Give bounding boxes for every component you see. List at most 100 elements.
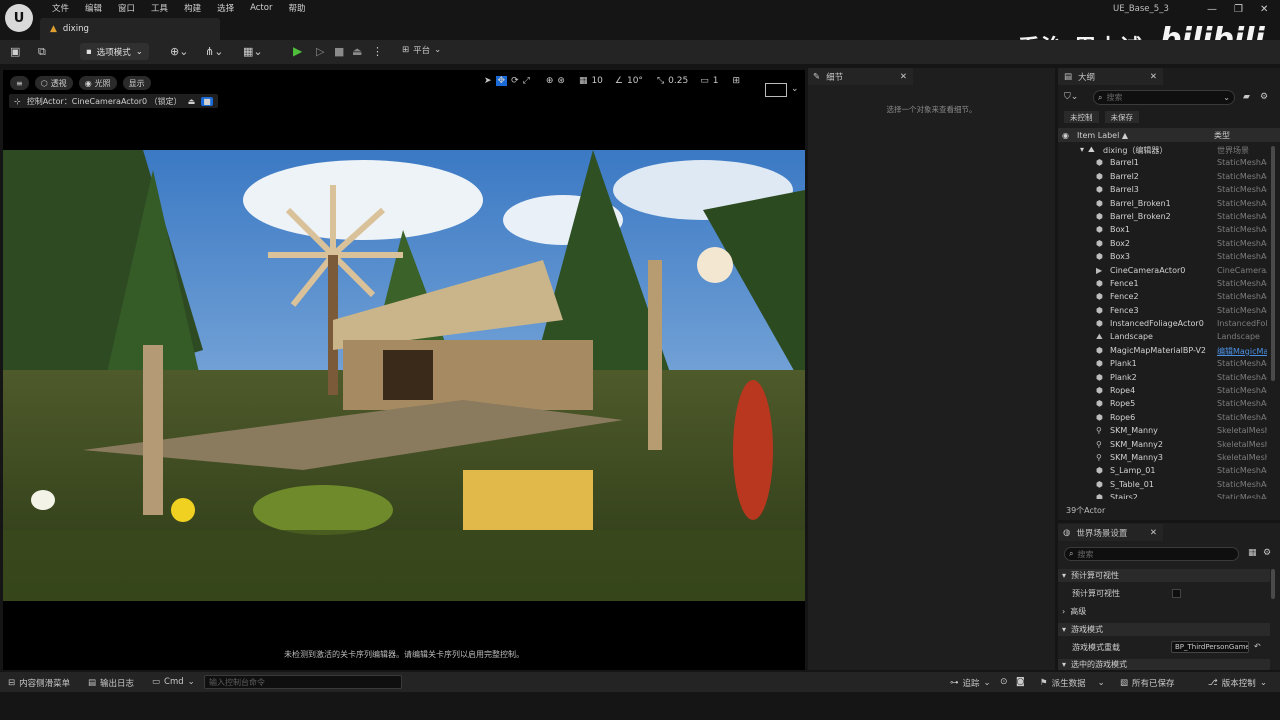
outliner-row[interactable]: ⬢ Fence3 StaticMeshActor [1058,305,1270,318]
outliner-row[interactable]: ▶ CineCameraActor0 CineCameraActor [1058,265,1270,278]
table-view-icon[interactable]: ▦ [1248,548,1257,558]
outliner-row[interactable]: ⬢ Rope6 StaticMeshActor [1058,412,1270,425]
menu-item[interactable]: 工具 [143,2,176,14]
menu-item[interactable]: 构建 [176,2,209,14]
derived-data-button[interactable]: ⚑ 派生数据 ⌄ [1040,677,1105,689]
outliner-tab[interactable]: ▤ 大纲 ✕ [1058,68,1163,85]
outliner-row[interactable]: ⬢ Barrel2 StaticMeshActor [1058,171,1270,184]
stop-icon[interactable]: ■ [334,45,344,58]
output-log-button[interactable]: ▤ 输出日志 [88,677,134,689]
scene-render[interactable] [3,150,805,601]
source-control-button[interactable]: ⎇ 版本控制 ⌄ [1208,677,1267,689]
camera-toggle-icon[interactable]: ■ [201,96,213,106]
outliner-row[interactable]: ⬢ Rope5 StaticMeshActor [1058,398,1270,411]
chip-uncontrolled[interactable]: 未控制 [1064,111,1099,123]
menu-item[interactable]: 帮助 [280,2,313,14]
play-icon[interactable]: ▶ [293,44,302,58]
outliner-row[interactable]: ⬢ Box2 StaticMeshActor [1058,238,1270,251]
outliner-row[interactable]: ⬢ Fence1 StaticMeshActor [1058,278,1270,291]
chevron-down-icon[interactable]: ⌄ [1223,93,1230,102]
screenshot-icon[interactable]: ◙ [1016,677,1025,687]
menu-item[interactable]: 选择 [209,2,242,14]
layout-icon[interactable] [765,83,787,97]
scale-snap-icon[interactable]: ⤡ [657,76,664,86]
settings-icon[interactable]: ⚙ [1263,548,1271,558]
outliner-row[interactable]: ⬢ Rope4 StaticMeshActor [1058,385,1270,398]
grid-snap-icon[interactable]: ▦ [579,76,588,86]
chevron-down-icon[interactable]: ▾ [1080,145,1084,154]
outliner-search-input[interactable]: ⌕ 搜索 ⌄ [1093,90,1235,105]
blueprint-icon[interactable]: ⋔⌄ [205,45,223,58]
outliner-root-row[interactable]: ▾ ⛰ dixing（编辑器） 世界场景 [1058,144,1270,157]
scale-icon[interactable]: ⤢ [523,76,530,86]
record-icon[interactable]: ⊙ [1000,677,1008,687]
eject-icon[interactable]: ⏏ [352,45,362,58]
grid-snap-value[interactable]: 10 [591,76,602,86]
save-icon[interactable]: ▣ [10,45,20,58]
section-precomputed-visibility[interactable]: ▾ 预计算可视性 [1058,569,1270,582]
platform-dropdown[interactable]: ⊞ 平台 ⌄ [402,44,441,56]
all-saved-button[interactable]: ▧ 所有已保存 [1120,677,1175,689]
surface-snap-icon[interactable]: ⊛ [557,76,565,86]
outliner-row[interactable]: ⛰ Landscape Landscape [1058,331,1270,344]
outliner-scrollbar[interactable] [1271,146,1275,381]
viewport-menu-button[interactable]: ≡ [10,76,29,90]
visibility-icon[interactable]: ◉ [1062,131,1069,140]
section-gamemode[interactable]: ▾ 游戏模式 [1058,623,1270,636]
cmd-dropdown[interactable]: ▭ Cmd ⌄ [152,677,195,687]
reset-icon[interactable]: ↶ [1254,642,1261,651]
section-advanced[interactable]: › 高级 [1058,605,1270,618]
chip-unsaved[interactable]: 未保存 [1104,111,1139,123]
cinematics-icon[interactable]: ▦⌄ [243,45,263,58]
outliner-row[interactable]: ⬢ Fence2 StaticMeshActor [1058,291,1270,304]
lighting-button[interactable]: ◉ 光照 [78,76,117,90]
filter-icon[interactable]: ⛉⌄ [1064,92,1078,102]
section-selected-gamemode[interactable]: ▾ 选中的游戏模式 [1058,659,1270,670]
outliner-row[interactable]: ⬢ Plank1 StaticMeshActor [1058,358,1270,371]
maximize-viewport-icon[interactable]: ⊞ [732,76,740,86]
details-tab[interactable]: ✎ 细节 ✕ [808,68,913,85]
gamemode-dropdown[interactable]: BP_ThirdPersonGameMode [1171,641,1249,653]
map-tab[interactable]: ▲ dixing [40,18,220,40]
outliner-row[interactable]: ⬢ Barrel1 StaticMeshActor [1058,157,1270,170]
outliner-row[interactable]: ⬢ InstancedFoliageActor0 InstancedFoliageA… [1058,318,1270,331]
scale-snap-value[interactable]: 0.25 [668,76,688,86]
camera-speed-value[interactable]: 1 [713,76,719,86]
content-browser-icon[interactable]: ⧉ [38,45,46,59]
world-settings-scrollbar[interactable] [1271,569,1275,599]
menu-item[interactable]: Actor [242,3,280,13]
play-options-icon[interactable]: ⋮ [372,45,383,58]
world-local-icon[interactable]: ⊕ [546,76,554,86]
content-drawer-button[interactable]: ⊟ 内容侧滑菜单 [8,677,70,689]
outliner-row[interactable]: ⚲ SKM_Manny3 SkeletalMeshActor [1058,452,1270,465]
minimize-icon[interactable]: — [1207,4,1217,15]
outliner-row[interactable]: ⬢ Barrel_Broken2 StaticMeshActor [1058,211,1270,224]
menu-item[interactable]: 窗口 [110,2,143,14]
outliner-row[interactable]: ⬢ Stairs2 StaticMeshActor [1058,492,1270,499]
close-icon[interactable]: ✕ [1150,528,1157,538]
camera-speed-icon[interactable]: ▭ [700,76,709,86]
maximize-icon[interactable]: ❐ [1234,4,1243,15]
world-settings-search-input[interactable]: ⌕ 搜索 [1064,547,1239,561]
menu-item[interactable]: 编辑 [77,2,110,14]
step-icon[interactable]: ▷ [316,45,324,58]
outliner-row[interactable]: ⬢ Box1 StaticMeshActor [1058,224,1270,237]
close-icon[interactable]: ✕ [1260,4,1268,15]
console-input[interactable]: 输入控制台命令 [204,675,402,689]
col-type[interactable]: 类型 [1214,130,1230,141]
close-icon[interactable]: ✕ [900,72,907,82]
rotation-snap-icon[interactable]: ∠ [615,76,623,86]
close-icon[interactable]: ✕ [1150,72,1157,82]
trace-button[interactable]: ⊶ 追踪 ⌄ [950,677,991,689]
world-settings-tab[interactable]: ◍ 世界场景设置 ✕ [1058,524,1163,541]
settings-icon[interactable]: ⚙ [1260,92,1268,102]
menu-item[interactable]: 文件 [44,2,77,14]
select-icon[interactable]: ➤ [484,76,492,86]
perspective-button[interactable]: ⬡ 透视 [34,76,73,90]
rotate-icon[interactable]: ⟳ [511,76,519,86]
translate-icon[interactable]: ✥ [495,76,508,86]
checkbox[interactable] [1172,588,1181,598]
outliner-row[interactable]: ⬢ Barrel_Broken1 StaticMeshActor [1058,198,1270,211]
add-actor-icon[interactable]: ⊕⌄ [170,45,188,58]
show-button[interactable]: 显示 [122,76,151,90]
